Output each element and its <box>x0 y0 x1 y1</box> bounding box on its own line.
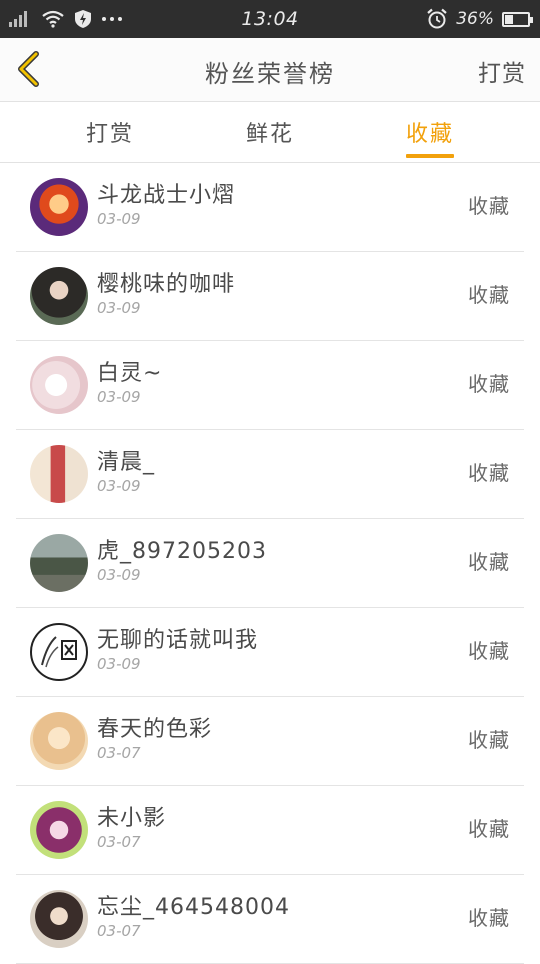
list-item[interactable]: 清晨_ 03-09 收藏 <box>0 430 540 519</box>
list-item[interactable]: 樱桃味的咖啡 03-09 收藏 <box>0 252 540 341</box>
fan-name: 樱桃味的咖啡 <box>97 272 236 297</box>
fan-action: 收藏 <box>468 372 510 396</box>
list-item[interactable]: 春天的色彩 03-07 收藏 <box>0 697 540 786</box>
fan-date: 03-09 <box>97 566 141 584</box>
fan-name: 未小影 <box>97 806 167 831</box>
list-item[interactable]: 白灵~ 03-09 收藏 <box>0 341 540 430</box>
avatar <box>30 445 88 503</box>
fan-name: 春天的色彩 <box>97 717 213 742</box>
fan-date: 03-09 <box>97 210 141 228</box>
fan-list: 斗龙战士小熠 03-09 收藏 樱桃味的咖啡 03-09 收藏 白灵~ 03-0… <box>0 163 540 964</box>
battery-percent: 36% <box>456 9 494 29</box>
list-item[interactable]: 斗龙战士小熠 03-09 收藏 <box>0 163 540 252</box>
fan-date: 03-09 <box>97 655 141 673</box>
avatar <box>30 534 88 592</box>
battery-level <box>505 14 513 24</box>
fan-action: 收藏 <box>468 728 510 752</box>
tab-reward[interactable]: 打赏 <box>60 116 160 148</box>
tab-favorites[interactable]: 收藏 <box>380 116 480 148</box>
app-header: 粉丝荣誉榜 打赏 <box>0 38 540 102</box>
tab-bar: 打赏 鲜花 收藏 <box>0 102 540 163</box>
fan-action: 收藏 <box>468 194 510 218</box>
fan-name: 无聊的话就叫我 <box>97 628 259 653</box>
fan-date: 03-09 <box>97 388 141 406</box>
fan-name: 斗龙战士小熠 <box>97 183 236 208</box>
avatar <box>30 801 88 859</box>
reward-button[interactable]: 打赏 <box>478 54 526 88</box>
fan-action: 收藏 <box>468 906 510 930</box>
fan-name: 清晨_ <box>97 450 156 475</box>
fan-name: 虎_897205203 <box>97 539 267 564</box>
list-item[interactable]: 忘尘_464548004 03-07 收藏 <box>0 875 540 964</box>
fan-action: 收藏 <box>468 639 510 663</box>
list-item[interactable]: 无聊的话就叫我 03-09 收藏 <box>0 608 540 697</box>
fan-action: 收藏 <box>468 817 510 841</box>
active-tab-indicator <box>406 154 454 158</box>
fan-date: 03-07 <box>97 833 141 851</box>
fan-name: 白灵~ <box>97 361 163 386</box>
page-title: 粉丝荣誉榜 <box>205 60 335 88</box>
fan-action: 收藏 <box>468 550 510 574</box>
alarm-clock-icon <box>427 8 447 29</box>
avatar <box>30 178 88 236</box>
fan-date: 03-07 <box>97 922 141 940</box>
list-item[interactable]: 未小影 03-07 收藏 <box>0 786 540 875</box>
avatar <box>30 712 88 770</box>
fan-action: 收藏 <box>468 461 510 485</box>
fan-date: 03-09 <box>97 477 141 495</box>
avatar <box>30 623 88 681</box>
list-item[interactable]: 虎_897205203 03-09 收藏 <box>0 519 540 608</box>
ink-logo-image <box>41 636 77 668</box>
avatar <box>30 356 88 414</box>
tab-flowers[interactable]: 鲜花 <box>220 116 320 148</box>
fan-name: 忘尘_464548004 <box>97 895 290 920</box>
fan-date: 03-09 <box>97 299 141 317</box>
fan-action: 收藏 <box>468 283 510 307</box>
avatar <box>30 267 88 325</box>
avatar <box>30 890 88 948</box>
battery-icon <box>502 11 533 27</box>
status-icons-right: 36% <box>426 8 533 30</box>
fan-date: 03-07 <box>97 744 141 762</box>
status-bar: 13:04 36% <box>0 0 540 38</box>
